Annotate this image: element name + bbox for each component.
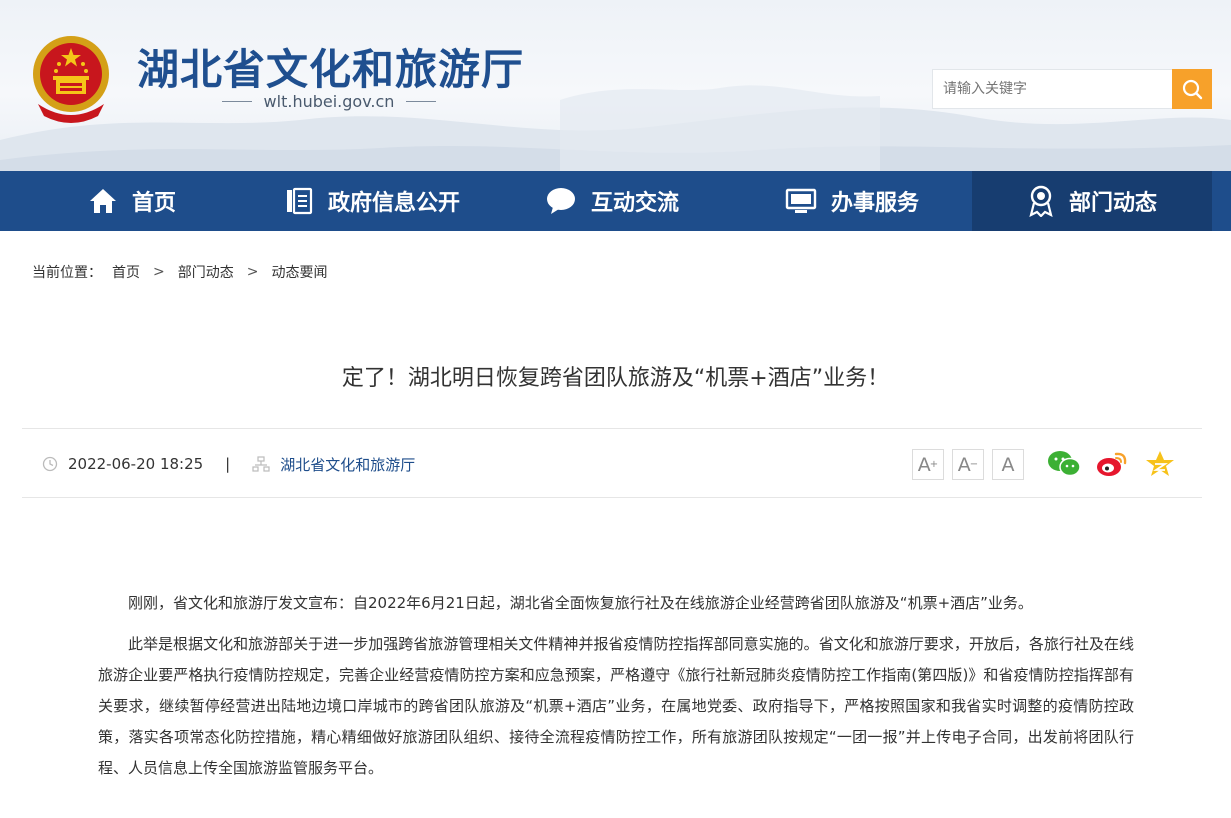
domain-dash-left <box>221 101 252 102</box>
breadcrumb: 当前位置： 首页 > 部门动态 > 动态要闻 <box>32 262 327 282</box>
document-list-icon <box>286 187 313 215</box>
font-size-default-label: A <box>1001 453 1015 476</box>
award-badge-icon <box>1029 185 1053 217</box>
wechat-icon <box>1048 451 1081 477</box>
site-domain-text: wlt.hubei.gov.cn <box>263 92 395 111</box>
site-title: 湖北省文化和旅游厅 <box>137 45 525 94</box>
share-qzone-button[interactable] <box>1142 447 1178 481</box>
site-header: 湖北省文化和旅游厅 wlt.hubei.gov.cn <box>0 0 1231 171</box>
clock-icon <box>42 456 58 472</box>
breadcrumb-separator: > <box>246 264 259 280</box>
site-domain: wlt.hubei.gov.cn <box>204 92 454 111</box>
organization-icon <box>252 456 270 472</box>
font-size-increase-button[interactable]: A + <box>912 449 944 480</box>
nav-item-home[interactable]: 首页 <box>12 171 252 231</box>
breadcrumb-separator: > <box>153 264 165 280</box>
meta-divider: | <box>225 455 231 473</box>
article-paragraph: 此举是根据文化和旅游部关于进一步加强跨省旅游管理相关文件精神并报省疫情防控指挥部… <box>98 635 1134 777</box>
nav-item-dept-news[interactable]: 部门动态 <box>972 171 1212 231</box>
article-meta-bar: 2022-06-20 18:25 | 湖北省文化和旅游厅 A + A − A <box>22 428 1202 498</box>
domain-dash-right <box>406 101 437 102</box>
breadcrumb-home[interactable]: 首页 <box>112 262 140 282</box>
font-size-default-button[interactable]: A <box>992 449 1024 480</box>
nav-item-services[interactable]: 办事服务 <box>732 171 972 231</box>
monitor-icon <box>785 188 817 213</box>
nav-item-gov-info[interactable]: 政府信息公开 <box>252 171 492 231</box>
article-paragraph: 刚刚，省文化和旅游厅发文宣布：自2022年6月21日起，湖北省全面恢复旅行社及在… <box>128 594 1033 612</box>
breadcrumb-news-highlights[interactable]: 动态要闻 <box>271 262 327 282</box>
nav-item-label: 办事服务 <box>830 191 919 216</box>
breadcrumb-dept-news[interactable]: 部门动态 <box>178 262 234 282</box>
article-datetime: 2022-06-20 18:25 <box>68 455 204 473</box>
nav-item-label: 部门动态 <box>1068 191 1157 216</box>
share-wechat-button[interactable] <box>1046 447 1082 481</box>
qzone-star-icon <box>1146 451 1174 476</box>
home-icon <box>89 189 116 213</box>
nav-item-label: 首页 <box>131 191 176 216</box>
article-meta: 2022-06-20 18:25 | 湖北省文化和旅游厅 <box>42 429 415 499</box>
article-body: 刚刚，省文化和旅游厅发文宣布：自2022年6月21日起，湖北省全面恢复旅行社及在… <box>98 588 1134 794</box>
font-size-decrease-button[interactable]: A − <box>952 449 984 480</box>
weibo-icon <box>1097 452 1127 476</box>
share-weibo-button[interactable] <box>1094 447 1130 481</box>
main-nav: 首页 政府信息公开 互动交流 办事服务 部门动态 <box>0 171 1231 231</box>
search-icon <box>1182 79 1203 100</box>
chat-bubble-icon <box>546 188 575 214</box>
breadcrumb-prefix: 当前位置： <box>32 265 102 281</box>
national-emblem-icon <box>33 36 109 123</box>
search-button[interactable] <box>1172 69 1212 109</box>
article-source: 湖北省文化和旅游厅 <box>280 455 416 474</box>
article-title: 定了！湖北明日恢复跨省团队旅游及“机票+酒店”业务！ <box>341 366 890 391</box>
nav-item-label: 互动交流 <box>590 191 679 216</box>
nav-item-interaction[interactable]: 互动交流 <box>492 171 732 231</box>
search-input[interactable] <box>932 69 1172 109</box>
nav-item-label: 政府信息公开 <box>327 191 460 216</box>
